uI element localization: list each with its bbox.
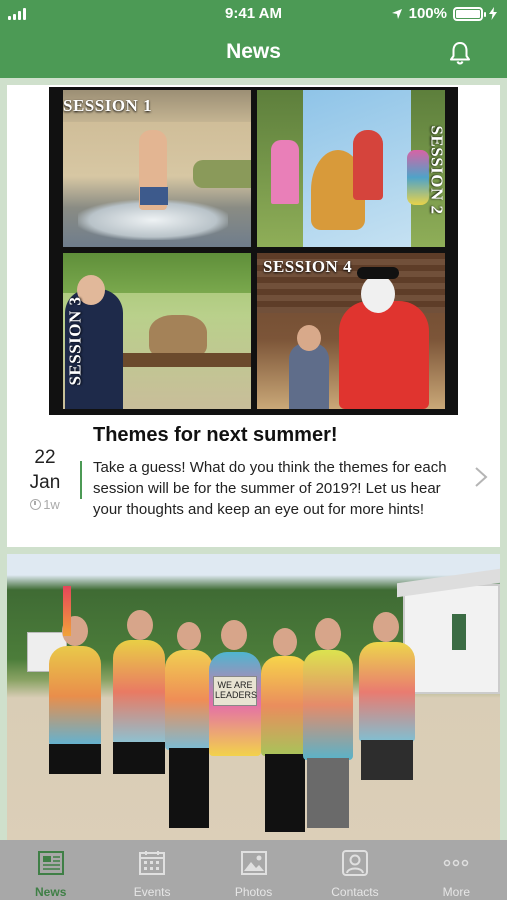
session-2-label: SESSION 2 <box>427 125 445 215</box>
collage-tile-session-3: SESSION 3 <box>63 253 251 409</box>
charging-bolt-icon <box>489 7 497 20</box>
tab-events[interactable]: Events <box>101 840 202 900</box>
newspaper-icon <box>37 851 64 875</box>
battery-percent: 100% <box>408 5 447 22</box>
calendar-icon <box>139 851 166 875</box>
session-3-label: SESSION 3 <box>65 296 85 386</box>
tab-news-label: News <box>35 885 67 899</box>
tab-bar: News Events Photos Contacts More <box>0 840 507 900</box>
post-date-day: 22 <box>34 447 56 468</box>
session-4-label: SESSION 4 <box>263 257 353 276</box>
status-bar: 9:41 AM 100% <box>0 0 507 28</box>
tab-photos[interactable]: Photos <box>203 840 304 900</box>
contact-card-icon <box>341 850 368 876</box>
nav-bar: News <box>0 28 507 78</box>
chevron-right-icon[interactable] <box>474 466 488 488</box>
tab-contacts[interactable]: Contacts <box>304 840 405 900</box>
post-photo-group[interactable]: WE ARE LEADERS <box>7 554 500 840</box>
photo-icon <box>240 851 267 875</box>
collage-tile-session-2: SESSION 2 <box>257 90 445 247</box>
page-title: News <box>226 40 281 63</box>
clock-icon <box>30 499 42 510</box>
post-title: Themes for next summer! <box>93 424 338 446</box>
post-age-label: 1w <box>43 497 60 512</box>
date-divider <box>80 461 82 499</box>
collage-tile-session-1: SESSION 1 <box>63 90 251 247</box>
tab-contacts-label: Contacts <box>331 885 379 899</box>
tab-photos-label: Photos <box>234 885 273 899</box>
post-age: 1w <box>25 497 65 512</box>
post-date: 22 Jan 1w <box>25 447 65 512</box>
tab-events-label: Events <box>133 885 171 899</box>
post-image-collage[interactable]: SESSION 1 SESSION 2 SESSION 3 SESSION 4 <box>49 87 458 415</box>
battery-icon <box>453 6 486 21</box>
post-date-month: Jan <box>29 472 61 493</box>
location-arrow-icon <box>391 8 402 19</box>
bell-icon[interactable] <box>447 40 473 66</box>
news-feed[interactable]: SESSION 1 SESSION 2 SESSION 3 SESSION 4 … <box>0 78 507 840</box>
news-post-card[interactable]: WE ARE LEADERS <box>7 554 500 840</box>
news-post-card[interactable]: SESSION 1 SESSION 2 SESSION 3 SESSION 4 … <box>7 85 500 547</box>
session-1-label: SESSION 1 <box>63 96 153 115</box>
collage-tile-session-4: SESSION 4 <box>257 253 445 409</box>
tab-news[interactable]: News <box>0 840 101 900</box>
post-body: Take a guess! What do you think the them… <box>93 459 447 518</box>
sign-text: WE ARE LEADERS <box>215 680 258 700</box>
tab-more-label: More <box>442 885 470 899</box>
more-dots-icon <box>444 859 469 867</box>
tab-more[interactable]: More <box>406 840 507 900</box>
